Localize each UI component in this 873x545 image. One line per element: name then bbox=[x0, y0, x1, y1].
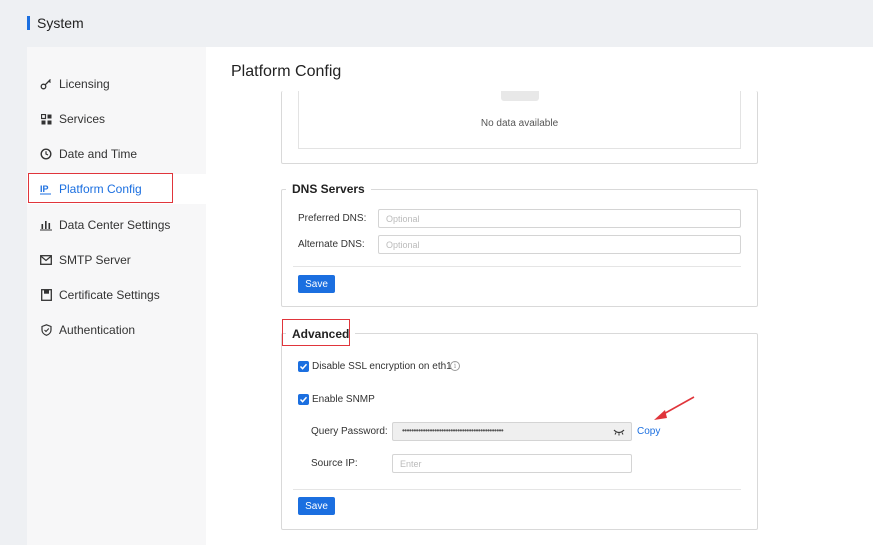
alternate-dns-input[interactable]: Optional bbox=[378, 235, 741, 254]
bar-chart-icon bbox=[40, 219, 52, 231]
clock-icon bbox=[40, 148, 52, 160]
dns-divider bbox=[293, 266, 741, 267]
sidebar-item-date-and-time[interactable]: Date and Time bbox=[27, 139, 206, 169]
enable-snmp-checkbox[interactable] bbox=[298, 394, 309, 405]
title-accent-bar bbox=[27, 16, 30, 30]
alternate-dns-label: Alternate DNS: bbox=[298, 239, 365, 250]
query-password-field[interactable]: ••••••••••••••••••••••••••••••••••••••••… bbox=[392, 422, 632, 441]
disable-ssl-label: Disable SSL encryption on eth1 bbox=[312, 361, 452, 372]
query-password-value: ••••••••••••••••••••••••••••••••••••••••… bbox=[402, 426, 504, 435]
top-bar: System bbox=[0, 0, 873, 47]
sidebar: Licensing Services Date and Time IP Plat… bbox=[27, 47, 206, 545]
disable-ssl-checkbox[interactable] bbox=[298, 361, 309, 372]
info-icon[interactable]: i bbox=[450, 361, 460, 371]
query-password-label: Query Password: bbox=[311, 426, 388, 437]
shield-icon bbox=[40, 324, 52, 336]
page-header-title: System bbox=[37, 15, 84, 31]
advanced-divider bbox=[293, 489, 741, 490]
copy-link[interactable]: Copy bbox=[637, 426, 660, 437]
advanced-save-button[interactable]: Save bbox=[298, 497, 335, 515]
grid-icon bbox=[40, 113, 52, 125]
sidebar-item-label: Certificate Settings bbox=[59, 288, 160, 302]
preferred-dns-label: Preferred DNS: bbox=[298, 213, 367, 224]
platform-config-highlight bbox=[28, 173, 173, 203]
source-ip-label: Source IP: bbox=[311, 458, 358, 469]
sidebar-item-label: Services bbox=[59, 112, 106, 126]
annotation-arrow-icon bbox=[654, 396, 695, 420]
enable-snmp-label: Enable SNMP bbox=[312, 394, 375, 405]
dns-save-button[interactable]: Save bbox=[298, 275, 335, 293]
check-icon bbox=[299, 363, 308, 370]
key-icon bbox=[40, 78, 52, 90]
mail-icon bbox=[40, 254, 52, 266]
source-ip-input[interactable]: Enter bbox=[392, 454, 632, 473]
dns-servers-legend: DNS Servers bbox=[286, 182, 371, 196]
sidebar-item-label: Licensing bbox=[59, 77, 110, 91]
sidebar-item-label: Authentication bbox=[59, 323, 136, 337]
sidebar-item-certificate-settings[interactable]: Certificate Settings bbox=[27, 280, 206, 310]
sidebar-item-services[interactable]: Services bbox=[27, 104, 206, 134]
certificate-icon bbox=[40, 289, 52, 301]
check-icon bbox=[299, 396, 308, 403]
advanced-highlight bbox=[282, 319, 350, 346]
sidebar-item-licensing[interactable]: Licensing bbox=[27, 69, 206, 99]
empty-data-icon bbox=[501, 91, 539, 101]
empty-state-text: No data available bbox=[480, 118, 559, 129]
eye-closed-icon[interactable] bbox=[613, 428, 625, 436]
preferred-dns-input[interactable]: Optional bbox=[378, 209, 741, 228]
sidebar-item-authentication[interactable]: Authentication bbox=[27, 315, 206, 345]
sidebar-item-label: Data Center Settings bbox=[59, 218, 171, 232]
page-title: Platform Config bbox=[231, 63, 342, 80]
sidebar-item-label: SMTP Server bbox=[59, 253, 131, 267]
sidebar-item-smtp-server[interactable]: SMTP Server bbox=[27, 245, 206, 275]
sidebar-item-data-center-settings[interactable]: Data Center Settings bbox=[27, 210, 206, 240]
sidebar-item-label: Date and Time bbox=[59, 147, 138, 161]
